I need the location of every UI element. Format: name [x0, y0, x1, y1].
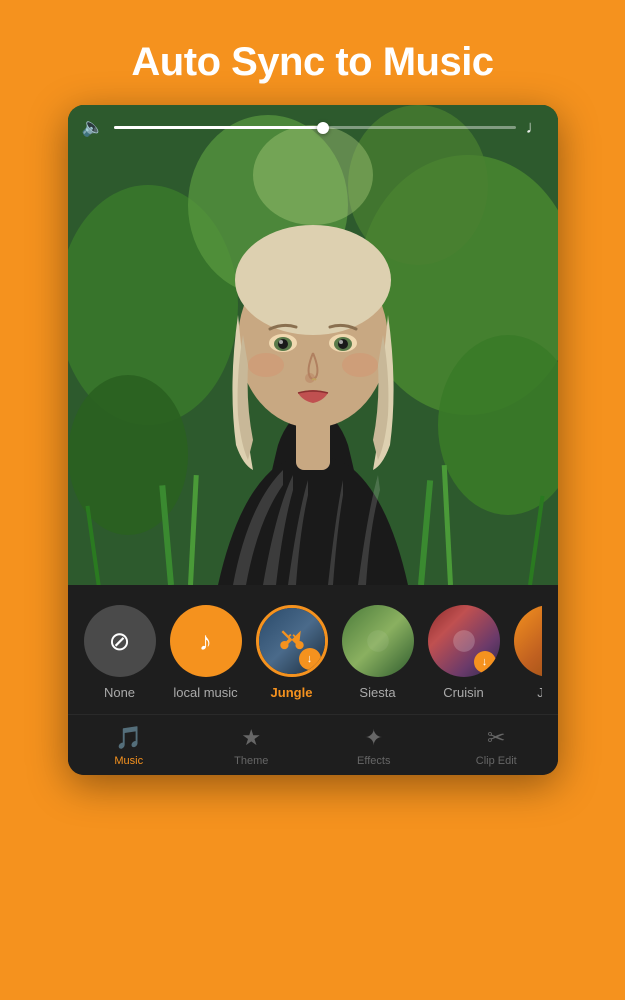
jungle-bg: ↓: [259, 608, 325, 674]
last-label: Ju...: [537, 685, 541, 700]
cruisin-label: Cruisin: [443, 685, 483, 700]
top-section: Auto Sync to Music: [0, 0, 625, 795]
jungle-thumb[interactable]: ↓: [256, 605, 328, 677]
nav-item-music[interactable]: 🎵 Music: [68, 715, 191, 775]
none-icon: ⊘: [109, 626, 131, 657]
theme-nav-label: Theme: [234, 755, 268, 767]
volume-icon: 🔈: [82, 117, 104, 138]
video-player: 🔈 ♩: [68, 105, 558, 585]
app-container: Auto Sync to Music: [0, 0, 625, 1000]
last-bg: [514, 605, 542, 677]
effects-nav-label: Effects: [357, 755, 390, 767]
jungle-download-badge: ↓: [299, 648, 321, 670]
cruisin-bg: ↓: [428, 605, 500, 677]
none-thumb[interactable]: ⊘: [84, 605, 156, 677]
last-thumb[interactable]: [514, 605, 542, 677]
music-item-jungle[interactable]: ↓ Jungle: [256, 605, 328, 700]
jungle-label: Jungle: [271, 685, 313, 700]
music-nav-label: Music: [114, 755, 143, 767]
nav-item-theme[interactable]: ★ Theme: [190, 715, 313, 775]
music-note-icon: ♩: [526, 117, 544, 138]
music-items-row: ⊘ None ♪ local music: [84, 605, 542, 700]
bottom-nav: 🎵 Music ★ Theme ✦ Effects ✂ Clip Edit: [68, 714, 558, 775]
cruisin-thumb[interactable]: ↓: [428, 605, 500, 677]
effects-nav-icon: ✦: [365, 725, 383, 751]
cruisin-icon: [451, 628, 477, 654]
siesta-bg: [342, 605, 414, 677]
music-icon: ♪: [199, 626, 212, 657]
clip-edit-nav-icon: ✂: [487, 725, 505, 751]
progress-fill: [114, 126, 323, 129]
music-item-local[interactable]: ♪ local music: [170, 605, 242, 700]
music-nav-icon: 🎵: [115, 725, 142, 751]
local-label: local music: [173, 685, 237, 700]
cruisin-download-badge: ↓: [474, 651, 496, 673]
phone-mockup: 🔈 ♩ ⊘ None: [68, 105, 558, 775]
music-item-siesta[interactable]: Siesta: [342, 605, 414, 700]
nav-item-effects[interactable]: ✦ Effects: [313, 715, 436, 775]
nav-item-clip-edit[interactable]: ✂ Clip Edit: [435, 715, 558, 775]
page-title: Auto Sync to Music: [131, 40, 493, 85]
siesta-icon: [365, 628, 391, 654]
music-panel: ⊘ None ♪ local music: [68, 585, 558, 714]
progress-bar[interactable]: [114, 126, 516, 129]
local-thumb[interactable]: ♪: [170, 605, 242, 677]
music-item-cruisin[interactable]: ↓ Cruisin: [428, 605, 500, 700]
music-item-none[interactable]: ⊘ None: [84, 605, 156, 700]
clip-edit-nav-label: Clip Edit: [476, 755, 517, 767]
progress-thumb[interactable]: [317, 122, 329, 134]
siesta-thumb[interactable]: [342, 605, 414, 677]
player-controls: 🔈 ♩: [68, 117, 558, 138]
theme-nav-icon: ★: [241, 725, 261, 751]
none-label: None: [104, 685, 135, 700]
siesta-label: Siesta: [359, 685, 395, 700]
portrait-image: [68, 105, 558, 585]
music-item-last[interactable]: Ju...: [514, 605, 542, 700]
